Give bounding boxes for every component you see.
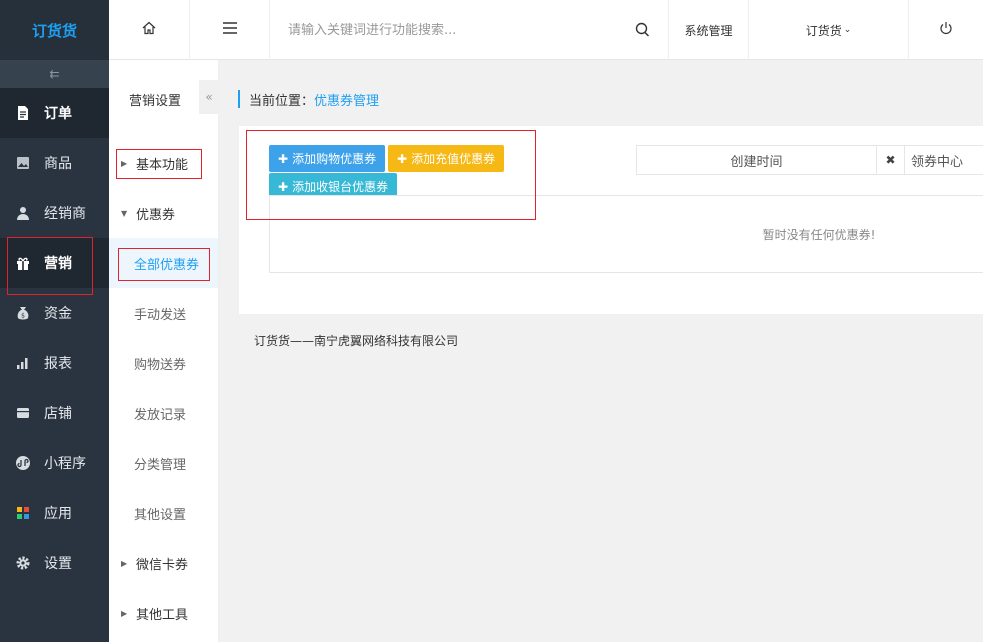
home-button[interactable] bbox=[109, 0, 190, 60]
nav-item-apps[interactable]: 应用 bbox=[0, 488, 109, 538]
nav-label: 设置 bbox=[44, 556, 72, 572]
nav-label: 小程序 bbox=[44, 456, 86, 472]
breadcrumb-prefix: 当前位置： bbox=[249, 93, 315, 109]
nav-item-reports[interactable]: 报表 bbox=[0, 338, 109, 388]
caret-down-icon: ▼ bbox=[121, 208, 128, 218]
coupon-center-select[interactable]: 领券中心 bbox=[904, 145, 983, 175]
nav-item-store[interactable]: 店铺 bbox=[0, 388, 109, 438]
footer-text: 订货货——南宁虎翼网络科技有限公司 bbox=[254, 334, 459, 348]
breadcrumb: 当前位置： 优惠券管理 bbox=[238, 90, 379, 109]
breadcrumb-current[interactable]: 优惠券管理 bbox=[314, 90, 379, 109]
bar-chart-icon bbox=[14, 354, 32, 372]
nav-item-funds[interactable]: $ 资金 bbox=[0, 288, 109, 338]
nav-label: 订单 bbox=[44, 106, 72, 122]
system-management-label: 系统管理 bbox=[684, 23, 733, 38]
sidebar-toggle[interactable]: ⇇ bbox=[0, 60, 109, 88]
nav-item-dealer[interactable]: 经销商 bbox=[0, 188, 109, 238]
nav-label: 报表 bbox=[44, 356, 72, 372]
highlight-box-all-coupons bbox=[118, 248, 210, 281]
gear-icon bbox=[14, 554, 32, 572]
mini-program-icon bbox=[14, 454, 32, 472]
highlight-box-add-buttons bbox=[246, 130, 536, 220]
search-input[interactable] bbox=[288, 22, 618, 38]
search-box bbox=[270, 0, 669, 60]
empty-state-text: 暂时没有任何优惠券! bbox=[762, 227, 876, 242]
nav-item-order[interactable]: 订单 bbox=[0, 88, 109, 138]
highlight-box-basic bbox=[116, 149, 202, 179]
chevron-down-icon: ⌄ bbox=[843, 25, 852, 35]
double-chevron-left-icon: « bbox=[205, 90, 213, 104]
document-icon bbox=[14, 104, 32, 122]
home-icon bbox=[141, 20, 157, 40]
nav-label: 商品 bbox=[44, 156, 72, 172]
created-time-filter[interactable]: 创建时间 bbox=[636, 145, 877, 175]
money-bag-icon: $ bbox=[14, 304, 32, 322]
subnav-label: 微信卡券 bbox=[136, 557, 189, 573]
search-icon[interactable] bbox=[635, 22, 650, 42]
subnav-label: 优惠券 bbox=[136, 207, 176, 223]
user-icon bbox=[14, 204, 32, 222]
nav-label: 应用 bbox=[44, 506, 72, 522]
top-header: 系统管理 订货货 ⌄ bbox=[109, 0, 983, 60]
subnav-item-category-mgmt[interactable]: 分类管理 bbox=[109, 438, 218, 488]
marketing-subnav: 营销设置 ▶ 基本功能 ▼ 优惠券 全部优惠券 手动发送 购物送券 发放记录 分… bbox=[109, 60, 219, 642]
subnav-item-other-settings[interactable]: 其他设置 bbox=[109, 488, 218, 538]
hamburger-icon bbox=[222, 21, 238, 39]
account-label: 订货货 bbox=[805, 23, 842, 38]
coupon-center-label: 领券中心 bbox=[911, 154, 964, 170]
subnav-item-send-records[interactable]: 发放记录 bbox=[109, 388, 218, 438]
caret-right-icon: ▶ bbox=[121, 558, 128, 568]
image-icon bbox=[14, 154, 32, 172]
nav-label: 资金 bbox=[44, 306, 72, 322]
system-management-link[interactable]: 系统管理 bbox=[669, 0, 749, 60]
caret-right-icon: ▶ bbox=[121, 608, 128, 618]
created-time-label: 创建时间 bbox=[730, 154, 783, 170]
subnav-item-manual-send[interactable]: 手动发送 bbox=[109, 288, 218, 338]
subnav-group-other-tools[interactable]: ▶ 其他工具 bbox=[109, 588, 218, 638]
apps-icon bbox=[14, 504, 32, 522]
highlight-box-marketing bbox=[7, 237, 93, 295]
subnav-collapse-button[interactable]: « bbox=[199, 80, 219, 114]
account-dropdown[interactable]: 订货货 ⌄ bbox=[749, 0, 909, 60]
clear-filter-button[interactable]: ✖ bbox=[876, 145, 905, 175]
nav-item-miniprogram[interactable]: 小程序 bbox=[0, 438, 109, 488]
menu-button[interactable] bbox=[190, 0, 270, 60]
nav-label: 店铺 bbox=[44, 406, 72, 422]
logout-button[interactable] bbox=[909, 0, 983, 60]
store-icon bbox=[14, 404, 32, 422]
app-logo[interactable]: 订货货 bbox=[0, 0, 109, 60]
subnav-item-purchase-gift[interactable]: 购物送券 bbox=[109, 338, 218, 388]
subnav-group-coupon[interactable]: ▼ 优惠券 bbox=[109, 188, 218, 238]
svg-text:$: $ bbox=[21, 313, 25, 320]
nav-item-settings[interactable]: 设置 bbox=[0, 538, 109, 588]
subnav-group-wechat-card[interactable]: ▶ 微信卡券 bbox=[109, 538, 218, 588]
nav-label: 经销商 bbox=[44, 206, 86, 222]
nav-item-product[interactable]: 商品 bbox=[0, 138, 109, 188]
power-icon bbox=[939, 21, 953, 39]
subnav-label: 其他工具 bbox=[136, 607, 189, 623]
menu-collapse-icon: ⇇ bbox=[49, 67, 60, 81]
main-sidebar: 订货货 ⇇ 订单 商品 经销商 营销 $ 资金 报表 店铺 小程序 应用 设置 bbox=[0, 0, 109, 642]
close-icon: ✖ bbox=[885, 153, 896, 167]
